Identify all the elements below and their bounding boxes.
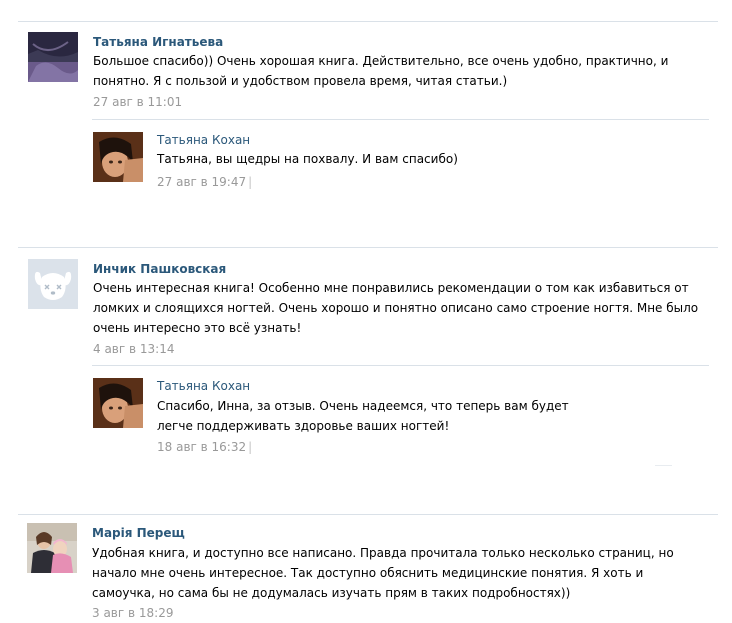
author-name[interactable]: Инчик Пашковская <box>93 261 226 277</box>
reply-author-name[interactable]: Татьяна Кохан <box>157 378 250 394</box>
avatar[interactable] <box>28 32 78 82</box>
reply-date-text[interactable]: 18 авг в 16:32 <box>157 440 246 454</box>
comment-divider <box>18 247 718 248</box>
comment-date[interactable]: 4 авг в 13:14 <box>93 341 174 357</box>
comment-text: Большое спасибо)) Очень хорошая книга. Д… <box>93 54 669 88</box>
author-name[interactable]: Марія Перещ <box>92 525 185 541</box>
avatar[interactable] <box>93 378 143 428</box>
avatar[interactable] <box>28 259 78 309</box>
reply-divider <box>92 119 709 120</box>
avatar[interactable] <box>93 132 143 182</box>
reply-text: Спасибо, Инна, за отзыв. Очень надеемся,… <box>157 399 569 433</box>
date-separator: | <box>248 175 253 189</box>
comment-text: Удобная книга, и доступно все написано. … <box>92 546 674 600</box>
comment-date[interactable]: 3 авг в 18:29 <box>92 605 173 621</box>
reply-date-text[interactable]: 27 авг в 19:47 <box>157 175 246 189</box>
reply-text: Татьяна, вы щедры на похвалу. И вам спас… <box>157 152 458 166</box>
avatar[interactable] <box>27 523 77 573</box>
comment-divider <box>18 514 718 515</box>
reply-date[interactable]: 18 авг в 16:32 | <box>157 439 252 455</box>
reply-date[interactable]: 27 авг в 19:47 | <box>157 174 252 190</box>
comment-divider <box>18 21 718 22</box>
comment-date[interactable]: 27 авг в 11:01 <box>93 94 182 110</box>
reply-author-name[interactable]: Татьяна Кохан <box>157 132 250 148</box>
author-name[interactable]: Татьяна Игнатьева <box>93 34 223 50</box>
reply-divider <box>92 365 709 366</box>
faint-divider <box>655 465 672 466</box>
comment-text: Очень интересная книга! Особенно мне пон… <box>93 281 699 335</box>
date-separator: | <box>248 440 253 454</box>
